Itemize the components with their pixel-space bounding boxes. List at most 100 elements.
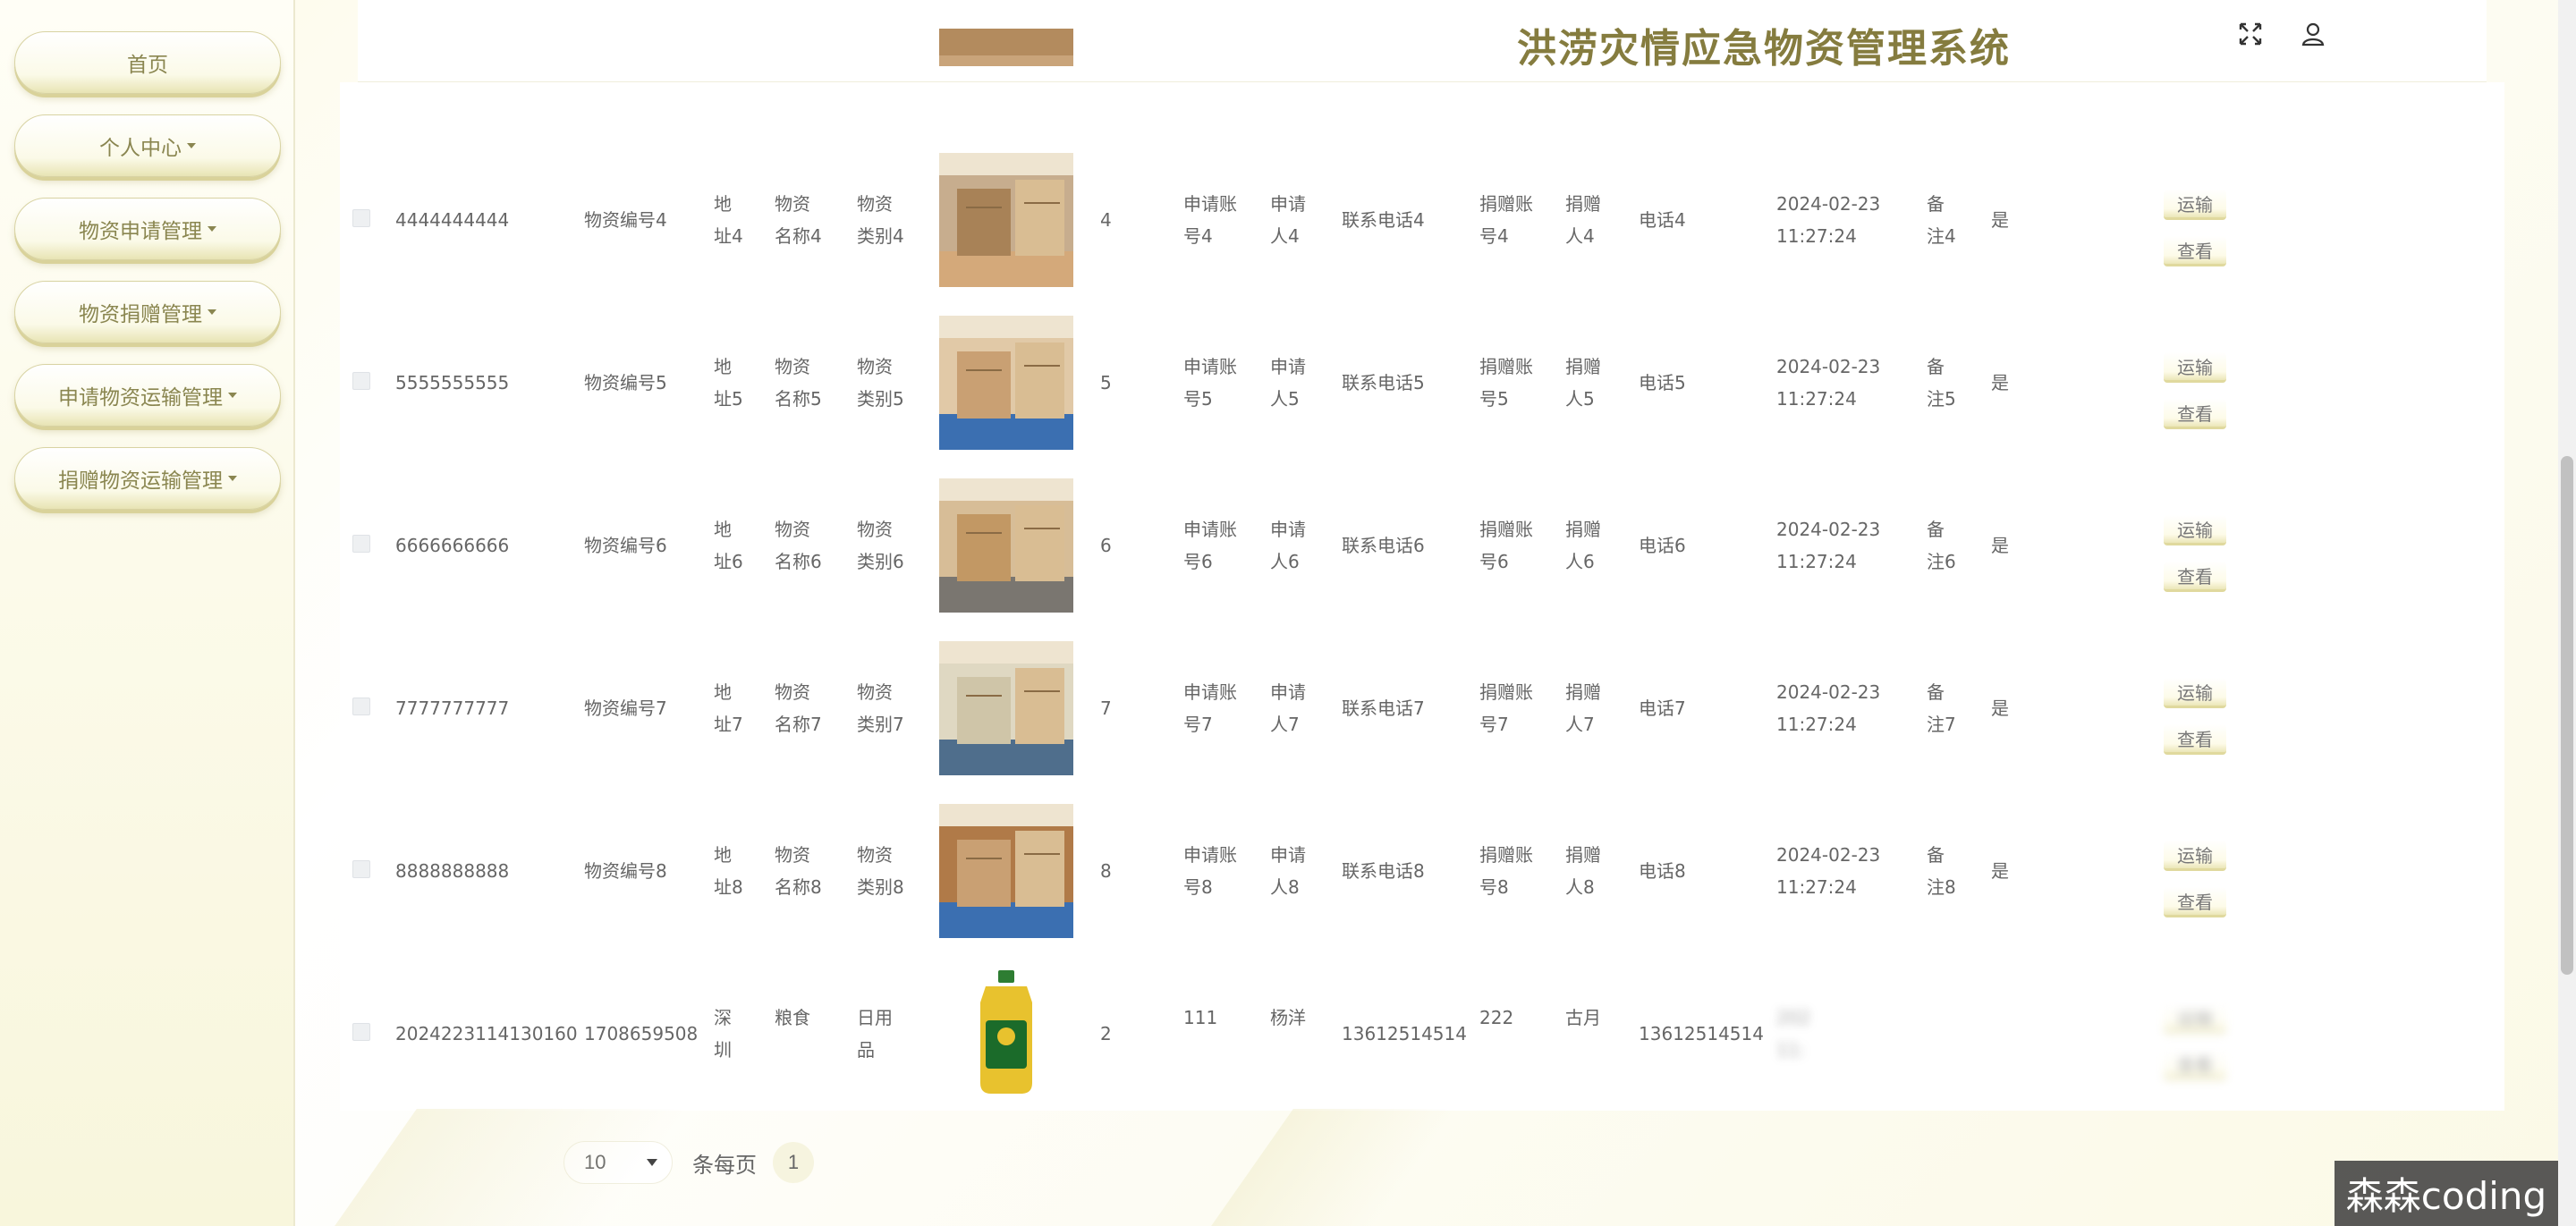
- cell-line: 2024-02-23: [1776, 681, 1881, 703]
- cell-line: 物资: [857, 681, 893, 703]
- cell-line: 2024-02-23: [1776, 519, 1881, 540]
- page-title: 洪涝灾情应急物资管理系统: [1517, 26, 2011, 72]
- cell-line: 注4: [1927, 225, 1956, 247]
- cell-applicant-account: 申请账 号4: [1183, 188, 1237, 252]
- cell-line: 地: [714, 356, 732, 377]
- transport-button[interactable]: 运输: [2164, 678, 2226, 708]
- cell-address: 深圳: [714, 1002, 732, 1066]
- cell-line: 11:27:24: [1776, 876, 1857, 898]
- cell-donor-account: 捐赠账 号8: [1479, 839, 1533, 903]
- row-checkbox[interactable]: [352, 535, 370, 553]
- cell-line: 备: [1927, 681, 1945, 703]
- view-button[interactable]: 查看: [2164, 724, 2226, 755]
- cell-line: 名称8: [775, 876, 822, 898]
- cell-supply-name: 物资 名称7: [775, 676, 822, 740]
- cell-line: 申请: [1270, 193, 1306, 215]
- cell-line: 类别5: [857, 388, 904, 410]
- cell-line: 地: [714, 681, 732, 703]
- cell-line: 申请: [1270, 844, 1306, 866]
- sidebar-item-supply-donation[interactable]: 物资捐赠管理: [14, 281, 281, 343]
- cell-line: 物资: [857, 193, 893, 215]
- cell-line: 申请账: [1183, 193, 1237, 215]
- supply-image: [939, 967, 1073, 1101]
- row-checkbox[interactable]: [352, 209, 370, 227]
- cell-supply-name: 物资 名称5: [775, 351, 822, 415]
- sidebar-item-home[interactable]: 首页: [14, 31, 281, 94]
- cell-quantity: 6: [1100, 535, 1112, 556]
- cell-note: 备注6: [1927, 513, 1956, 578]
- cell-supply-category: 物资类别5: [857, 351, 904, 415]
- cell-line: 捐赠: [1565, 681, 1601, 703]
- sidebar-item-personal-center[interactable]: 个人中心: [14, 114, 281, 177]
- cell-flag: 是: [1991, 698, 2009, 719]
- cell-line: 202: [1776, 1007, 1811, 1028]
- cell-line: 圳: [714, 1039, 732, 1061]
- cell-line: 捐赠: [1565, 519, 1601, 540]
- sidebar-item-label: 首页: [127, 54, 168, 77]
- cell-request-id: 4444444444: [395, 209, 510, 231]
- cell-supply-name: 物资 名称6: [775, 513, 822, 578]
- fullscreen-icon[interactable]: [2236, 20, 2265, 48]
- transport-button[interactable]: 运输: [2164, 841, 2226, 871]
- cell-donor-phone: 电话8: [1639, 860, 1686, 882]
- cell-donor: 捐赠 人8: [1565, 839, 1601, 903]
- sidebar-item-donation-transport[interactable]: 捐赠物资运输管理: [14, 447, 281, 510]
- cell-line: 物资: [775, 193, 810, 215]
- row-checkbox[interactable]: [352, 1023, 370, 1041]
- cell-line: 物资: [857, 356, 893, 377]
- cell-address: 地址5: [714, 351, 743, 415]
- cell-line: 人4: [1565, 225, 1595, 247]
- cell-line: 名称4: [775, 225, 822, 247]
- cell-line: 备: [1927, 356, 1945, 377]
- view-button[interactable]: 查看: [2164, 562, 2226, 592]
- cell-applicant: 杨洋: [1270, 1002, 1306, 1034]
- row-checkbox[interactable]: [352, 860, 370, 878]
- view-button[interactable]: 查看: [2164, 887, 2226, 917]
- cell-quantity: 5: [1100, 372, 1112, 393]
- cell-line: 号7: [1479, 714, 1509, 735]
- cell-contact-phone: 联系电话4: [1342, 209, 1425, 231]
- table-row: 5555555555 物资编号5 地址5 物资 名称5 物资 类别5 5 申请账 号5 申请 人5 联系…: [340, 301, 2504, 464]
- sidebar-item-supply-application[interactable]: 物资申请管理: [14, 198, 281, 260]
- cell-line: 物资: [857, 844, 893, 866]
- cell-line: 址4: [714, 225, 743, 247]
- cell-line: 名称6: [775, 551, 822, 572]
- sidebar-item-application-transport[interactable]: 申请物资运输管理: [14, 364, 281, 427]
- row-checkbox[interactable]: [352, 698, 370, 715]
- view-button[interactable]: 查看: [2164, 236, 2226, 266]
- cell-line: 杨洋: [1270, 1007, 1306, 1028]
- cell-line: 捐赠账: [1479, 519, 1533, 540]
- cell-applicant: 申请 人8: [1270, 839, 1306, 903]
- cell-donor: 捐赠 人7: [1565, 676, 1601, 740]
- view-button[interactable]: 查看: [2164, 1050, 2226, 1080]
- table-row: 6666666666 物资编号6 地址6 物资 名称6 物资 类别6 6 申请账 号6 申请 人6 联系…: [340, 464, 2504, 627]
- transport-button[interactable]: 运输: [2164, 1003, 2226, 1034]
- view-button[interactable]: 查看: [2164, 399, 2226, 429]
- page-number-button[interactable]: 1: [773, 1142, 814, 1183]
- row-checkbox[interactable]: [352, 372, 370, 390]
- cell-line: 11:27:24: [1776, 714, 1857, 735]
- cell-line: 人5: [1565, 388, 1595, 410]
- cell-request-id: 8888888888: [395, 860, 510, 882]
- scrollbar-thumb[interactable]: [2561, 456, 2573, 975]
- cell-line: 捐赠: [1565, 193, 1601, 215]
- cell-applicant: 申请 人7: [1270, 676, 1306, 740]
- cell-request-id: 5555555555: [395, 372, 510, 393]
- cell-line: 号8: [1479, 876, 1509, 898]
- transport-button[interactable]: 运输: [2164, 515, 2226, 545]
- cell-donor-phone: 13612514514: [1639, 1023, 1764, 1044]
- cell-applicant-account: 申请账 号8: [1183, 839, 1237, 903]
- cell-line: 类别7: [857, 714, 904, 735]
- cell-supply-category: 物资 类别8: [857, 839, 904, 903]
- transport-button[interactable]: 运输: [2164, 352, 2226, 383]
- cell-line: 日用: [857, 1007, 893, 1028]
- user-icon[interactable]: [2299, 20, 2327, 48]
- cell-applicant: 申请 人6: [1270, 513, 1306, 578]
- cell-supply-category: 物资 类别4: [857, 188, 904, 252]
- table-row: 4444444444 物资编号4 地址4 物资 名称4 物资 类别4 4 申请账 号4 申请 人4 联系…: [340, 139, 2504, 301]
- cell-flag: 是: [1991, 209, 2009, 231]
- cell-line: 号7: [1183, 714, 1213, 735]
- cell-donor-account: 捐赠账 号7: [1479, 676, 1533, 740]
- cell-supply-code: 物资编号6: [584, 535, 667, 556]
- transport-button[interactable]: 运输: [2164, 190, 2226, 220]
